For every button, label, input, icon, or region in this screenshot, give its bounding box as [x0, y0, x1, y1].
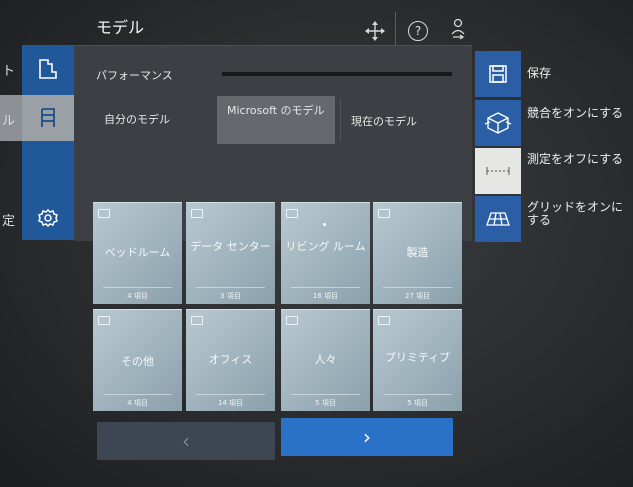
- chevron-left-icon: ‹: [182, 429, 190, 453]
- tile-count: 5 項目: [315, 399, 336, 407]
- tile-divider: [103, 394, 172, 395]
- category-tile-primitives[interactable]: プリミティブ 5 項目: [373, 309, 462, 411]
- grid-toggle-button[interactable]: [475, 196, 521, 242]
- tile-divider: [291, 394, 360, 395]
- tab-microsoft-models[interactable]: Microsoft のモデル: [217, 96, 335, 144]
- rail-item-puzzle[interactable]: [22, 45, 74, 91]
- tab-divider: [340, 98, 341, 142]
- category-tile-bedroom[interactable]: ベッドルーム 4 項目: [93, 202, 182, 304]
- category-tile-people[interactable]: 人々 5 項目: [281, 309, 370, 411]
- page-title: モデル: [96, 18, 145, 37]
- left-menu-label-3[interactable]: 定: [2, 210, 15, 229]
- rail-item-settings[interactable]: [22, 195, 74, 241]
- tile-name: ベッドルーム: [104, 246, 171, 259]
- left-rail: [22, 45, 74, 240]
- tab-current-models[interactable]: 現在のモデル: [351, 115, 417, 129]
- category-tile-other[interactable]: その他 4 項目: [93, 309, 182, 411]
- tile-divider: [383, 394, 452, 395]
- grid-icon: [486, 212, 510, 226]
- grid-label: グリッドをオンにする: [527, 200, 624, 227]
- folder-icon: [378, 209, 390, 218]
- help-icon[interactable]: ?: [408, 21, 428, 41]
- left-menu-label-1[interactable]: ト: [2, 60, 15, 79]
- save-label: 保存: [527, 66, 552, 80]
- tile-name: 製造: [406, 246, 429, 259]
- collision-label: 競合をオンにする: [527, 106, 624, 120]
- tile-count: 16 項目: [312, 292, 339, 300]
- category-tile-data-center[interactable]: データ センター 3 項目: [186, 202, 275, 304]
- category-tile-office[interactable]: オフィス 14 項目: [186, 309, 275, 411]
- rail-item-bookmark[interactable]: [22, 95, 74, 141]
- bookmark-icon: [41, 108, 55, 127]
- puzzle-icon: [39, 59, 57, 79]
- person-switch-icon[interactable]: [450, 18, 466, 42]
- tile-name: リビング ルーム: [285, 240, 366, 253]
- collision-cube-icon: [484, 112, 512, 134]
- folder-icon: [98, 209, 110, 218]
- measure-label: 測定をオフにする: [527, 152, 624, 166]
- tile-name: データ センター: [190, 240, 271, 253]
- tile-divider: [196, 394, 265, 395]
- tile-count: 4 項目: [127, 292, 148, 300]
- tile-count: 4 項目: [127, 399, 148, 407]
- category-grid: ベッドルーム 4 項目 データ センター 3 項目 リビング ルーム 16 項目…: [93, 202, 462, 414]
- next-page-button[interactable]: ›: [281, 418, 453, 456]
- tile-divider: [383, 287, 452, 288]
- move-icon[interactable]: [364, 20, 386, 42]
- folder-icon: [286, 209, 298, 218]
- category-tile-living-room[interactable]: リビング ルーム 16 項目: [281, 202, 370, 304]
- tile-divider: [196, 287, 265, 288]
- category-tile-manufacturing[interactable]: 製造 27 項目: [373, 202, 462, 304]
- save-icon: [489, 65, 507, 83]
- header-divider: [395, 12, 396, 46]
- tile-count: 3 項目: [220, 292, 241, 300]
- measure-icon: [486, 167, 510, 175]
- tile-name: プリミティブ: [384, 351, 451, 364]
- performance-label: パフォーマンス: [96, 69, 173, 82]
- tile-divider: [291, 287, 360, 288]
- tile-count: 5 項目: [407, 399, 428, 407]
- performance-bar: [222, 72, 452, 76]
- folder-icon: [191, 209, 203, 218]
- save-button[interactable]: [475, 51, 521, 97]
- previous-page-button[interactable]: ‹: [97, 422, 275, 460]
- left-menu: ト ル 定: [0, 45, 24, 229]
- tile-name: 人々: [314, 353, 337, 366]
- collision-toggle-button[interactable]: [475, 100, 521, 146]
- tile-name: オフィス: [208, 353, 253, 366]
- tile-count: 14 項目: [217, 399, 244, 407]
- folder-icon: [378, 316, 390, 325]
- tile-count: 27 項目: [404, 292, 431, 300]
- gear-icon: [38, 208, 58, 228]
- folder-icon: [98, 316, 110, 325]
- tile-name: その他: [121, 355, 154, 368]
- folder-icon: [191, 316, 203, 325]
- chevron-right-icon: ›: [363, 425, 371, 449]
- tab-my-models[interactable]: 自分のモデル: [104, 113, 170, 127]
- measure-toggle-button[interactable]: [475, 148, 521, 194]
- folder-icon: [286, 316, 298, 325]
- tile-divider: [103, 287, 172, 288]
- focus-dot: [323, 223, 326, 226]
- left-menu-label-2[interactable]: ル: [2, 110, 15, 129]
